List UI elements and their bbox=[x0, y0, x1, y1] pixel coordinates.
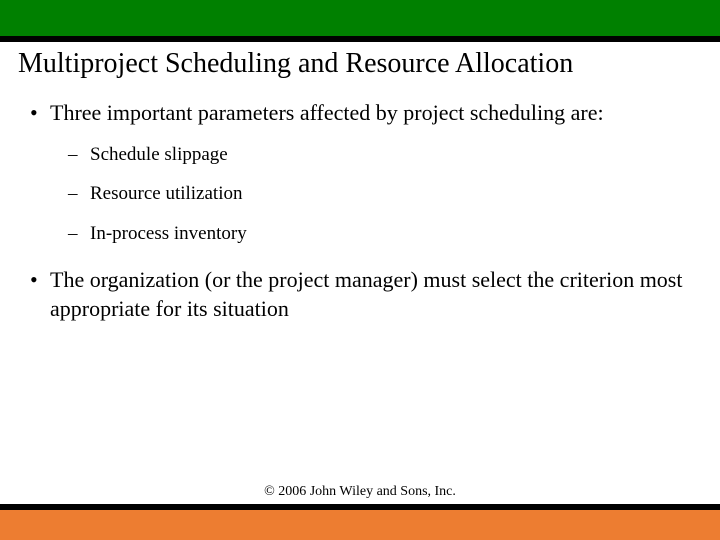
sub-bullet-3: In-process inventory bbox=[64, 221, 692, 247]
bullet-1-text: Three important parameters affected by p… bbox=[50, 100, 604, 125]
copyright-text: © 2006 John Wiley and Sons, Inc. bbox=[0, 484, 720, 504]
header-green-bar bbox=[0, 0, 720, 36]
slide-body: Three important parameters affected by p… bbox=[0, 90, 720, 324]
sub-bullet-1: Schedule slippage bbox=[64, 142, 692, 168]
footer: © 2006 John Wiley and Sons, Inc. bbox=[0, 484, 720, 540]
footer-orange-bar bbox=[0, 510, 720, 540]
bullet-1: Three important parameters affected by p… bbox=[28, 98, 692, 247]
sub-bullet-2: Resource utilization bbox=[64, 181, 692, 207]
slide-title: Multiproject Scheduling and Resource All… bbox=[0, 42, 720, 90]
bullet-2: The organization (or the project manager… bbox=[28, 265, 692, 324]
